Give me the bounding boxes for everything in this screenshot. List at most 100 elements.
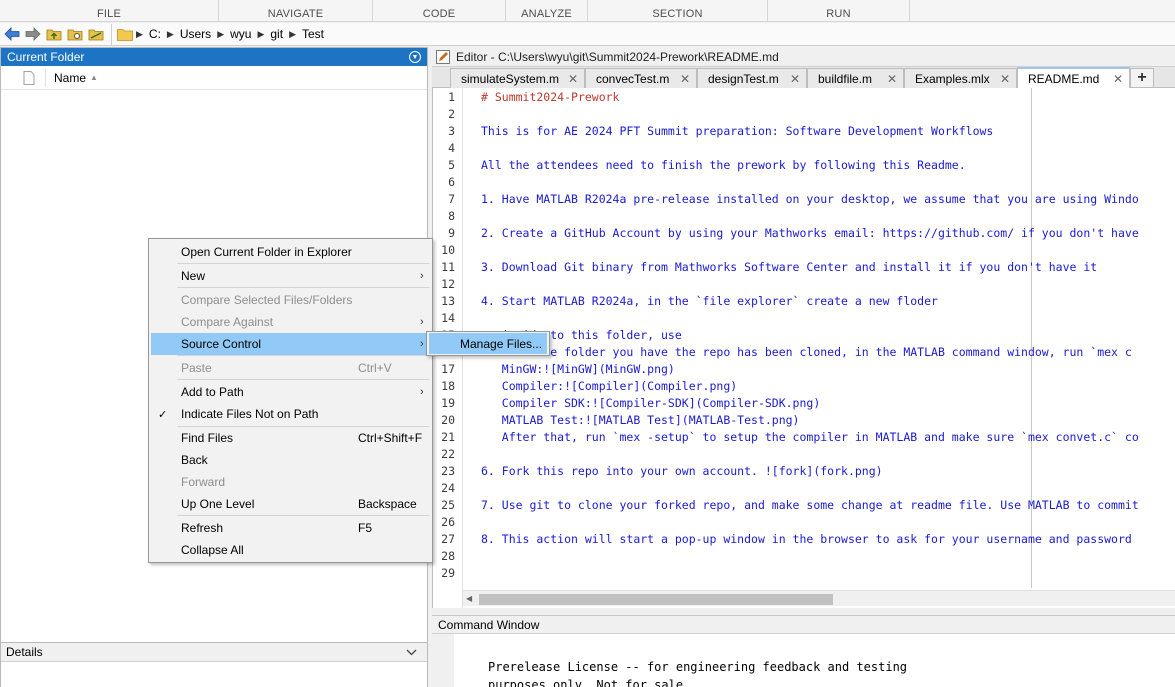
tab-label: convecTest.m	[596, 71, 670, 86]
menu-item-back[interactable]: Back	[151, 449, 430, 471]
line-number: 9	[448, 226, 455, 240]
menu-item-manage-files[interactable]: Manage Files...	[429, 333, 547, 354]
code-text: 8. This action will start a pop-up windo…	[481, 532, 1132, 546]
editor-icon	[436, 49, 450, 64]
menu-item-label: Source Control	[181, 337, 262, 351]
close-icon[interactable]: ✕	[680, 72, 690, 86]
line-number: 2	[448, 107, 455, 121]
menu-item-label: Find Files	[181, 431, 234, 445]
menu-item-indicate-files[interactable]: ✓ Indicate Files Not on Path	[151, 403, 430, 425]
close-icon[interactable]: ✕	[1113, 72, 1123, 86]
menu-item-add-to-path[interactable]: Add to Path ›	[151, 381, 430, 403]
menu-separator	[177, 263, 429, 264]
menu-item-source-control[interactable]: Source Control ›	[151, 333, 430, 355]
breadcrumb-item-users[interactable]: Users	[176, 27, 215, 41]
menu-item-label: Add to Path	[181, 385, 244, 399]
line-number: 23	[441, 464, 455, 478]
breadcrumb-item-drive[interactable]: C:	[145, 27, 165, 41]
toolstrip-empty	[910, 0, 1175, 22]
editor-tab-bar: simulateSystem.m ✕ convecTest.m ✕ design…	[432, 67, 1175, 88]
code-text: 7. Use git to clone your forked repo, an…	[481, 498, 1139, 512]
code-line: 9 2. Create a GitHub Account by using you…	[433, 225, 1175, 242]
line-number: 27	[441, 532, 455, 546]
line-number: 8	[448, 209, 455, 223]
menu-item-open-in-explorer[interactable]: Open Current Folder in Explorer	[151, 241, 430, 263]
scrollbar-thumb[interactable]	[479, 594, 833, 605]
menu-item-collapse-all[interactable]: Collapse All	[151, 539, 430, 561]
details-panel-header[interactable]: Details	[1, 642, 427, 662]
code-line: 22	[433, 446, 1175, 463]
tab-buildfile[interactable]: buildfile.m ✕	[807, 68, 904, 88]
menu-item-label: Back	[181, 453, 208, 467]
code-text: After that, run `mex -setup` to setup th…	[481, 430, 1139, 444]
line-number: 13	[441, 294, 455, 308]
menu-item-refresh[interactable]: Refresh F5	[151, 517, 430, 539]
toolstrip-section-run[interactable]: RUN	[768, 0, 910, 22]
tab-simulatesystem[interactable]: simulateSystem.m ✕	[450, 68, 585, 88]
close-icon[interactable]: ✕	[568, 72, 578, 86]
close-icon[interactable]: ✕	[887, 72, 897, 86]
pane-options-icon[interactable]: ▼	[409, 51, 421, 63]
up-folder-icon[interactable]	[45, 25, 63, 43]
tab-convectest[interactable]: convecTest.m ✕	[585, 68, 697, 88]
line-number: 7	[448, 192, 455, 206]
breadcrumb-separator-icon: ▶	[217, 28, 225, 39]
close-icon[interactable]: ✕	[790, 72, 800, 86]
chevron-right-icon: ›	[420, 338, 424, 350]
scroll-left-icon[interactable]: ◀	[466, 594, 472, 603]
chevron-down-icon[interactable]	[406, 645, 417, 659]
toolstrip-section-file[interactable]: FILE	[0, 0, 219, 22]
toolstrip-section-navigate[interactable]: NAVIGATE	[219, 0, 373, 22]
line-number: 29	[441, 566, 455, 580]
details-panel-body	[1, 662, 427, 687]
new-tab-button[interactable]: +	[1130, 68, 1154, 88]
command-window-title-bar: Command Window	[432, 615, 1175, 634]
toolstrip-section-analyze[interactable]: ANALYZE	[506, 0, 588, 22]
command-window[interactable]: Prerelease License -- for engineering fe…	[432, 634, 1175, 687]
line-number: 26	[441, 515, 455, 529]
toolstrip-section-section[interactable]: SECTION	[588, 0, 768, 22]
tab-label: README.md	[1028, 71, 1100, 86]
code-line: 2	[433, 106, 1175, 123]
code-text: MATLAB Test:![MATLAB Test](MATLAB-Test.p…	[481, 413, 800, 427]
menu-item-find-files[interactable]: Find Files Ctrl+Shift+F	[151, 427, 430, 449]
line-number: 11	[441, 260, 455, 274]
menu-item-label: Refresh	[181, 521, 224, 535]
editor-title-bar: Editor - C:\Users\wyu\git\Summit2024-Pre…	[432, 47, 1175, 67]
menu-separator	[177, 355, 429, 356]
tab-readme[interactable]: README.md ✕	[1017, 67, 1130, 88]
menu-item-label: Manage Files...	[460, 336, 543, 351]
back-arrow-icon[interactable]	[3, 25, 21, 43]
forward-arrow-icon[interactable]	[24, 25, 42, 43]
close-icon[interactable]: ✕	[1000, 72, 1010, 86]
toolstrip-section-code[interactable]: CODE	[373, 0, 506, 22]
menu-item-shortcut: Ctrl+V	[358, 361, 392, 375]
path-icon[interactable]	[87, 25, 105, 43]
current-folder-title: Current Folder	[7, 50, 85, 64]
code-line: 24	[433, 480, 1175, 497]
breadcrumb-item-test[interactable]: Test	[298, 27, 328, 41]
code-text: 4. Start MATLAB R2024a, in the `file exp…	[481, 294, 938, 308]
tab-designtest[interactable]: designTest.m ✕	[697, 68, 807, 88]
breadcrumb-item-wyu[interactable]: wyu	[226, 27, 255, 41]
line-number: 5	[448, 158, 455, 172]
tab-examples[interactable]: Examples.mlx ✕	[904, 68, 1017, 88]
code-line: 18 Compiler:![Compiler](Compiler.png)	[433, 378, 1175, 395]
browse-folder-icon[interactable]	[66, 25, 84, 43]
code-text: Compiler SDK:![Compiler-SDK](Compiler-SD…	[481, 396, 821, 410]
menu-item-new[interactable]: New ›	[151, 265, 430, 287]
code-text: 3. Download Git binary from Mathworks So…	[481, 260, 1098, 274]
menu-item-up-one-level[interactable]: Up One Level Backspace	[151, 493, 430, 515]
horizontal-scrollbar[interactable]: ◀	[463, 590, 1175, 606]
name-column-header[interactable]: Name ▲	[45, 68, 98, 87]
menu-item-label: Collapse All	[181, 543, 244, 557]
breadcrumb-separator-icon: ▶	[166, 28, 174, 39]
line-number: 6	[448, 175, 455, 189]
menu-item-shortcut: Backspace	[358, 497, 417, 511]
menu-separator	[177, 287, 429, 288]
breadcrumb-item-git[interactable]: git	[266, 27, 287, 41]
code-line: 28	[433, 548, 1175, 565]
line-number: 22	[441, 447, 455, 461]
tab-label: Examples.mlx	[915, 71, 990, 86]
chevron-right-icon: ›	[420, 316, 424, 328]
